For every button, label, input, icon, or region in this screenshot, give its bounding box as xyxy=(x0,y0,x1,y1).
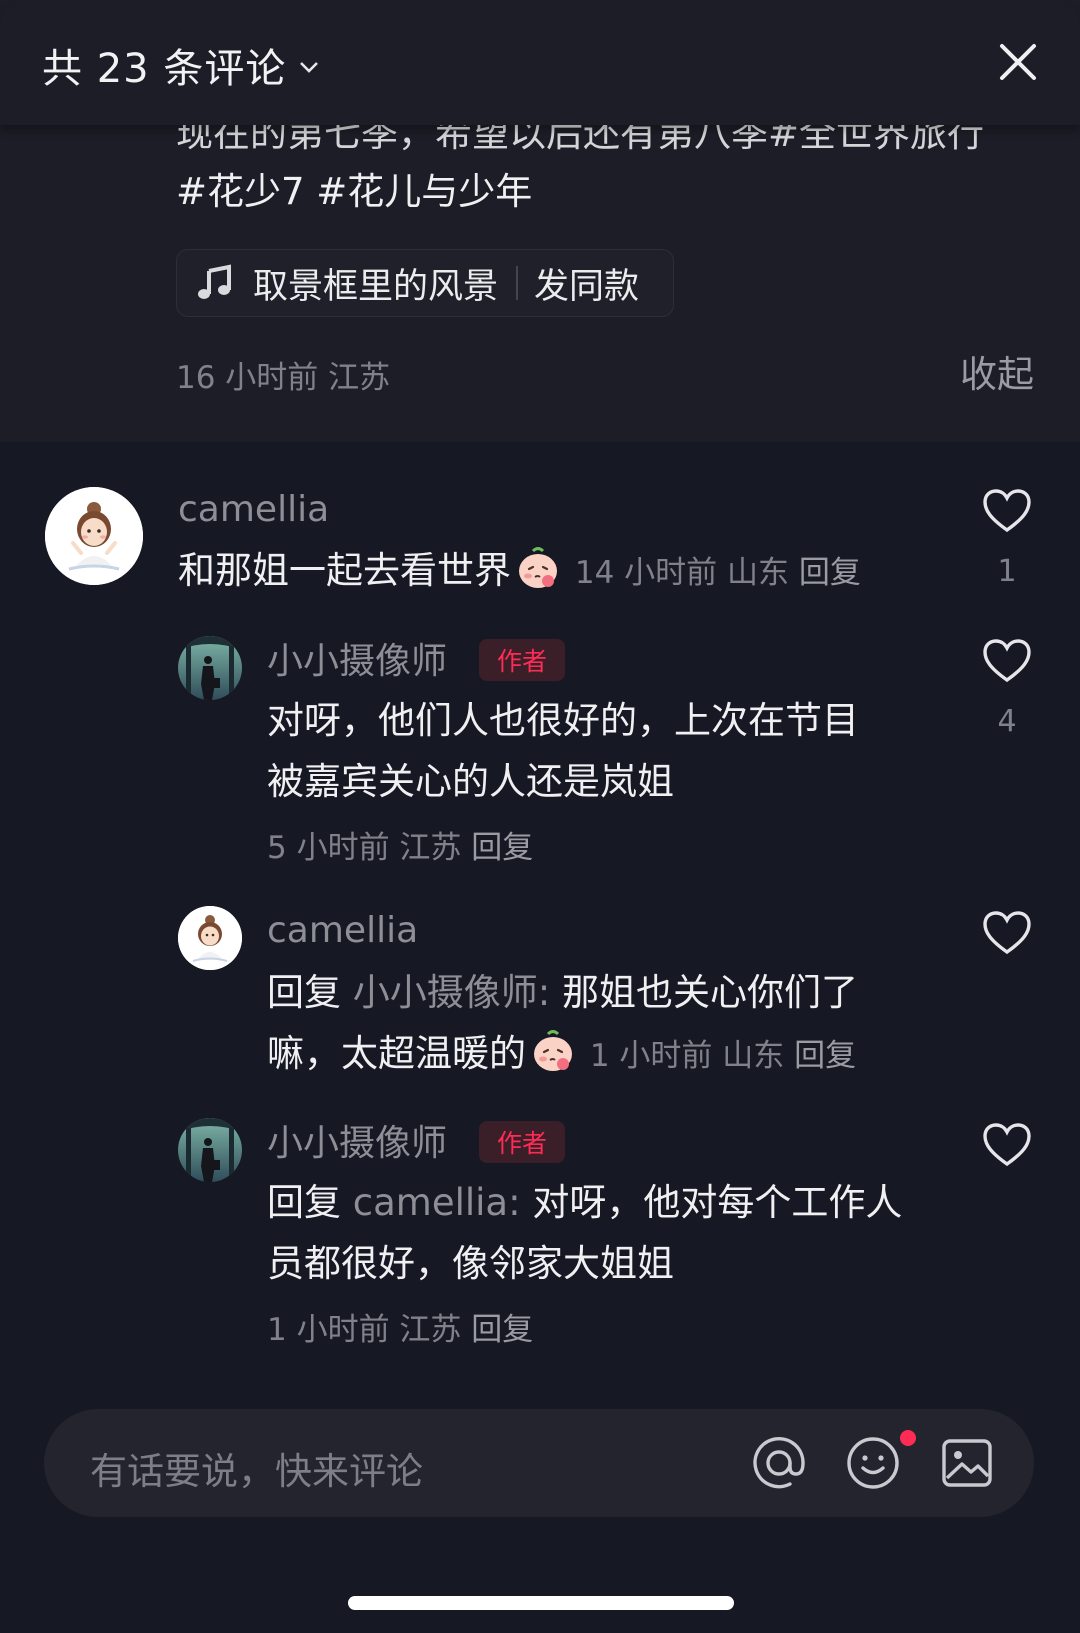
notification-dot xyxy=(900,1430,916,1446)
reply-to-user[interactable]: 小小摄像师: xyxy=(353,971,550,1014)
reply-button[interactable]: 回复 xyxy=(471,830,533,866)
reply-time-location: 5 小时前 江苏 xyxy=(267,830,462,866)
home-indicator xyxy=(348,1596,734,1610)
avatar[interactable] xyxy=(178,636,242,700)
reply-button[interactable]: 回复 xyxy=(794,1038,856,1074)
comment-input[interactable]: 有话要说，快来评论 xyxy=(90,1441,423,1495)
author-badge: 作者 xyxy=(479,639,565,681)
avatar[interactable] xyxy=(45,487,143,585)
collapse-button[interactable]: 收起 xyxy=(960,344,1034,398)
reply-button[interactable]: 回复 xyxy=(471,1312,533,1348)
reply-text: 对呀，他们人也很好的，上次在节目 被嘉宾关心的人还是岚姐 xyxy=(267,690,859,812)
close-icon[interactable] xyxy=(996,40,1040,84)
post-meta: 16 小时前 江苏 xyxy=(176,360,391,396)
heart-icon[interactable] xyxy=(982,1122,1032,1168)
comments-count-dropdown[interactable]: 共 23 条评论 xyxy=(42,36,322,94)
use-sound-button[interactable]: 发同款 xyxy=(534,258,639,309)
emoji-icon[interactable] xyxy=(844,1434,902,1492)
image-icon[interactable] xyxy=(938,1434,996,1492)
reply-line: 员都很好，像邻家大姐姐 xyxy=(267,1242,674,1285)
avatar[interactable] xyxy=(178,906,242,970)
reply-username[interactable]: 小小摄像师 xyxy=(267,632,447,684)
reply-line: 回复 camellia: 对呀，他对每个工作人 xyxy=(267,1172,902,1233)
like-count: 1 xyxy=(997,554,1017,589)
comment-username[interactable]: camellia xyxy=(178,489,329,530)
at-icon[interactable] xyxy=(750,1434,808,1492)
comment-input-bar: 有话要说，快来评论 xyxy=(44,1409,1034,1517)
comments-title: 共 23 条评论 xyxy=(42,46,287,92)
comment-text: 和那姐一起去看世界 14 小时前 山东 回复 xyxy=(178,540,861,604)
reply-line: 被嘉宾关心的人还是岚姐 xyxy=(267,760,674,803)
blushing-emoji-icon xyxy=(534,1030,572,1071)
heart-icon[interactable] xyxy=(982,910,1032,956)
heart-icon[interactable] xyxy=(982,638,1032,684)
heart-icon[interactable] xyxy=(982,488,1032,534)
author-badge: 作者 xyxy=(479,1121,565,1163)
reply-line: 嘛，太超温暖的 1 小时前 山东 回复 xyxy=(267,1023,858,1087)
reply-body: 嘛，太超温暖的 xyxy=(267,1032,526,1075)
avatar-illustration-icon xyxy=(45,487,143,585)
reply-time-location: 1 小时前 江苏 xyxy=(267,1312,462,1348)
music-chip[interactable]: 取景框里的风景 发同款 xyxy=(176,249,674,317)
reply-text: 回复 小小摄像师: 那姐也关心你们了 嘛，太超温暖的 1 小时前 山东 回复 xyxy=(267,962,858,1087)
reply-button[interactable]: 回复 xyxy=(799,555,861,591)
reply-username[interactable]: camellia xyxy=(267,910,418,951)
reply-text: 回复 camellia: 对呀，他对每个工作人 员都很好，像邻家大姐姐 xyxy=(267,1172,902,1294)
reply-line: 回复 小小摄像师: 那姐也关心你们了 xyxy=(267,962,858,1023)
reply-to-user[interactable]: camellia: xyxy=(353,1181,521,1224)
comment-meta: 14 小时前 山东 xyxy=(574,555,790,591)
avatar[interactable] xyxy=(178,1118,242,1182)
reply-line: 对呀，他们人也很好的，上次在节目 xyxy=(267,699,859,742)
music-note-icon xyxy=(198,264,231,299)
reply-body: 对呀，他对每个工作人 xyxy=(532,1181,903,1224)
reply-prefix: 回复 xyxy=(267,1181,341,1224)
reply-prefix: 回复 xyxy=(267,971,341,1014)
comments-header: 共 23 条评论 xyxy=(0,0,1080,125)
chevron-down-icon xyxy=(300,62,319,73)
comment-body: 和那姐一起去看世界 xyxy=(178,549,511,592)
music-divider xyxy=(516,266,519,300)
avatar-photo-icon xyxy=(178,1118,242,1182)
reply-body: 那姐也关心你们了 xyxy=(562,971,858,1014)
avatar-photo-icon xyxy=(178,636,242,700)
like-count: 4 xyxy=(997,704,1017,739)
reply-meta: 1 小时前 江苏 回复 xyxy=(267,1304,533,1349)
reply-time-location: 1 小时前 山东 xyxy=(589,1038,785,1074)
music-title[interactable]: 取景框里的风景 xyxy=(253,258,498,309)
reply-username[interactable]: 小小摄像师 xyxy=(267,1114,447,1166)
avatar-illustration-icon xyxy=(178,906,242,970)
reply-meta: 5 小时前 江苏 回复 xyxy=(267,822,533,867)
post-hashtags[interactable]: #花少7 #花儿与少年 xyxy=(176,170,532,213)
blushing-emoji-icon xyxy=(519,547,557,588)
